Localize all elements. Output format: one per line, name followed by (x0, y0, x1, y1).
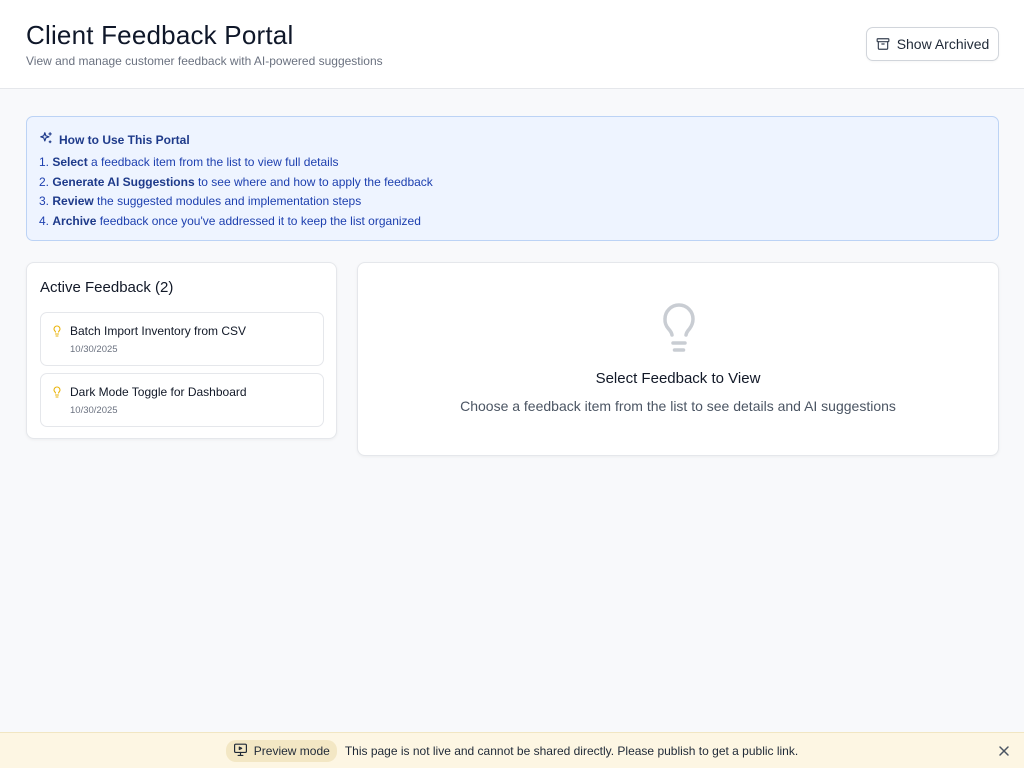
how-to-title: How to Use This Portal (59, 132, 190, 147)
empty-state-description: Choose a feedback item from the list to … (460, 398, 896, 414)
archive-icon (876, 37, 890, 51)
sparkles-icon (39, 131, 53, 148)
feedback-item-title: Dark Mode Toggle for Dashboard (70, 385, 247, 399)
how-to-step: 1. Select a feedback item from the list … (39, 155, 339, 169)
show-archived-button[interactable]: Show Archived (866, 27, 999, 61)
lightbulb-icon (51, 324, 63, 343)
feedback-list-item[interactable]: Dark Mode Toggle for Dashboard 10/30/202… (40, 373, 324, 427)
how-to-step: 2. Generate AI Suggestions to see where … (39, 174, 433, 189)
how-to-step: 4. Archive feedback once you've addresse… (39, 213, 421, 228)
how-to-heading: How to Use This Portal (39, 131, 190, 148)
preview-banner: Preview mode This page is not live and c… (0, 732, 1024, 768)
how-to-step: 3. Review the suggested modules and impl… (39, 194, 362, 209)
active-feedback-panel: Active Feedback (2) Batch Import Invento… (26, 262, 337, 439)
close-icon[interactable] (998, 744, 1010, 756)
show-archived-label: Show Archived (896, 36, 990, 52)
preview-mode-label: Preview mode (253, 743, 330, 758)
preview-message: This page is not live and cannot be shar… (344, 743, 799, 758)
feedback-detail-panel: Select Feedback to View Choose a feedbac… (357, 262, 999, 456)
page-title: Client Feedback Portal (26, 20, 294, 50)
feedback-item-title: Batch Import Inventory from CSV (70, 324, 247, 338)
page-header: Client Feedback Portal View and manage c… (0, 0, 1024, 89)
active-feedback-title: Active Feedback (2) (40, 279, 174, 296)
empty-state-title: Select Feedback to View (595, 370, 761, 387)
feedback-item-date: 10/30/2025 (70, 344, 118, 355)
lightbulb-icon (51, 385, 63, 404)
preview-mode-badge: Preview mode (225, 739, 337, 762)
page-subtitle: View and manage customer feedback with A… (26, 54, 383, 68)
monitor-icon (233, 743, 248, 759)
feedback-list-item[interactable]: Batch Import Inventory from CSV 10/30/20… (40, 312, 324, 366)
lightbulb-icon (661, 303, 697, 358)
feedback-item-date: 10/30/2025 (70, 405, 118, 416)
how-to-panel: How to Use This Portal 1. Select a feedb… (26, 116, 999, 241)
how-to-steps: 1. Select a feedback item from the list … (39, 154, 433, 232)
